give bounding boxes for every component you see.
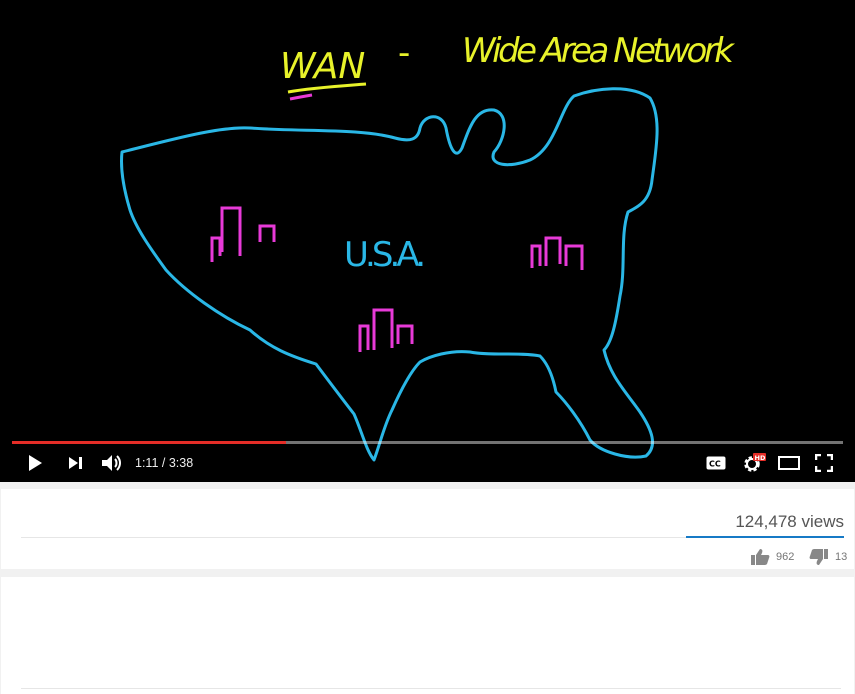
- theater-mode-button[interactable]: [777, 452, 801, 474]
- settings-button[interactable]: HD: [741, 452, 767, 474]
- fullscreen-button[interactable]: [813, 452, 835, 474]
- next-button[interactable]: [66, 452, 86, 474]
- svg-text:CC: CC: [709, 460, 721, 469]
- view-count: 124,478 views: [735, 512, 844, 531]
- fullscreen-icon: [815, 454, 833, 472]
- city-east: [530, 236, 584, 270]
- settings-icon: HD: [744, 453, 766, 472]
- description-card: [1, 577, 854, 694]
- player-controls: 1:11 / 3:38 CC HD: [0, 448, 855, 478]
- video-stats-card: 124,478 views 962 13: [1, 489, 854, 569]
- like-ratio-bar: [686, 536, 844, 538]
- dislike-count: 13: [835, 551, 848, 563]
- thumbs-up-icon: [751, 549, 770, 565]
- map-label: U.S.A.: [344, 235, 426, 275]
- captions-button[interactable]: CC: [705, 452, 727, 474]
- drawing-title-dash: -: [398, 33, 410, 73]
- drawing-title-full: Wide Area Network: [462, 31, 735, 71]
- progress-bar[interactable]: [12, 441, 843, 444]
- divider: [21, 688, 841, 689]
- volume-icon: [102, 455, 121, 471]
- time-display: 1:11 / 3:38: [135, 456, 193, 470]
- thumbs-down-icon: [809, 549, 828, 565]
- time-current: 1:11: [135, 456, 159, 470]
- city-west: [210, 206, 276, 262]
- like-count: 962: [776, 551, 795, 563]
- like-button[interactable]: 962: [750, 548, 794, 566]
- play-icon: [29, 455, 42, 471]
- divider: [21, 537, 686, 538]
- volume-button[interactable]: [100, 452, 124, 474]
- theater-mode-icon: [778, 456, 800, 470]
- time-total: 3:38: [168, 456, 194, 470]
- captions-icon: CC: [706, 456, 726, 470]
- video-frame[interactable]: WAN - Wide Area Network U.S.A.: [0, 0, 855, 482]
- drawing-title-acronym: WAN: [280, 46, 365, 87]
- dislike-button[interactable]: 13: [809, 548, 847, 566]
- next-icon: [69, 457, 82, 469]
- progress-bar-played: [12, 441, 287, 444]
- city-south: [358, 308, 414, 352]
- time-separator: /: [158, 456, 169, 470]
- play-button[interactable]: [24, 452, 46, 474]
- video-player[interactable]: WAN - Wide Area Network U.S.A. 1:11 / 3:…: [0, 0, 855, 482]
- title-underline-short: [289, 93, 313, 101]
- hd-badge: HD: [755, 454, 766, 462]
